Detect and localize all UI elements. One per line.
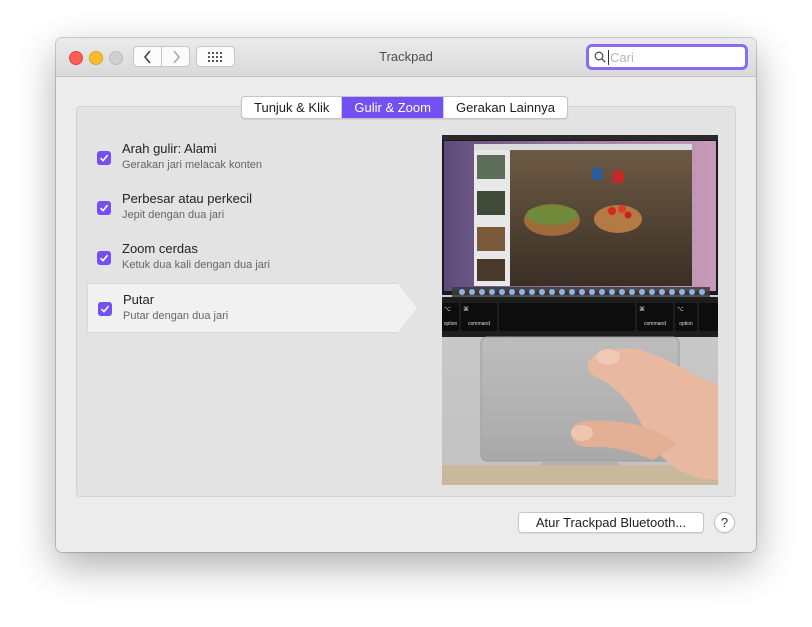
- checkmark-icon: [99, 154, 109, 162]
- option-title: Putar: [123, 292, 155, 307]
- tab-scroll-zoom[interactable]: Gulir & Zoom: [342, 97, 444, 118]
- gesture-preview-image: option command command option ⌘ ⌘ ⌥ ⌥: [442, 135, 718, 485]
- setup-bluetooth-trackpad-button[interactable]: Atur Trackpad Bluetooth...: [518, 512, 704, 533]
- option-title: Arah gulir: Alami: [122, 141, 217, 156]
- option-smart-zoom[interactable]: Zoom cerdas Ketuk dua kali dengan dua ja…: [87, 233, 417, 283]
- search-field[interactable]: Cari: [586, 44, 748, 70]
- settings-panel: Arah gulir: Alami Gerakan jari melacak k…: [76, 106, 736, 497]
- tab-point-click[interactable]: Tunjuk & Klik: [242, 97, 343, 118]
- key-command-left: command: [468, 321, 490, 327]
- option-title: Perbesar atau perkecil: [122, 191, 253, 206]
- option-zoom-in-out[interactable]: Perbesar atau perkecil Jepit dengan dua …: [87, 183, 417, 233]
- search-placeholder: Cari: [608, 49, 634, 65]
- checkbox-zoom-in-out[interactable]: [97, 201, 111, 215]
- title-bar: Trackpad Cari: [56, 38, 756, 77]
- checkbox-rotate[interactable]: [98, 302, 112, 316]
- checkmark-icon: [99, 254, 109, 262]
- option-scroll-direction[interactable]: Arah gulir: Alami Gerakan jari melacak k…: [87, 133, 417, 183]
- option-subtitle: Ketuk dua kali dengan dua jari: [122, 259, 270, 271]
- search-icon: [594, 51, 606, 63]
- trackpad-window: Trackpad Cari Arah gulir: Alami Gerakan …: [56, 38, 756, 552]
- option-rotate[interactable]: Putar Putar dengan dua jari: [87, 283, 417, 333]
- option-subtitle: Jepit dengan dua jari: [122, 209, 225, 221]
- checkmark-icon: [99, 204, 109, 212]
- key-symbol-alt-right: ⌥: [677, 307, 684, 313]
- checkbox-scroll-direction[interactable]: [97, 151, 111, 165]
- key-symbol-alt-left: ⌥: [444, 307, 451, 313]
- option-title: Zoom cerdas: [122, 241, 198, 256]
- help-button[interactable]: ?: [714, 512, 735, 533]
- checkmark-icon: [100, 305, 110, 313]
- key-option-left: option: [443, 321, 458, 327]
- tab-bar: Tunjuk & Klik Gulir & Zoom Gerakan Lainn…: [241, 96, 568, 119]
- key-command-right: command: [644, 321, 666, 327]
- key-option-right: option: [679, 321, 693, 327]
- option-subtitle: Gerakan jari melacak konten: [122, 159, 263, 171]
- tab-more-gestures[interactable]: Gerakan Lainnya: [444, 97, 567, 118]
- option-subtitle: Putar dengan dua jari: [123, 310, 229, 322]
- checkbox-smart-zoom[interactable]: [97, 251, 111, 265]
- key-symbol-cmd-right: ⌘: [639, 307, 645, 313]
- key-symbol-cmd-left: ⌘: [463, 307, 469, 313]
